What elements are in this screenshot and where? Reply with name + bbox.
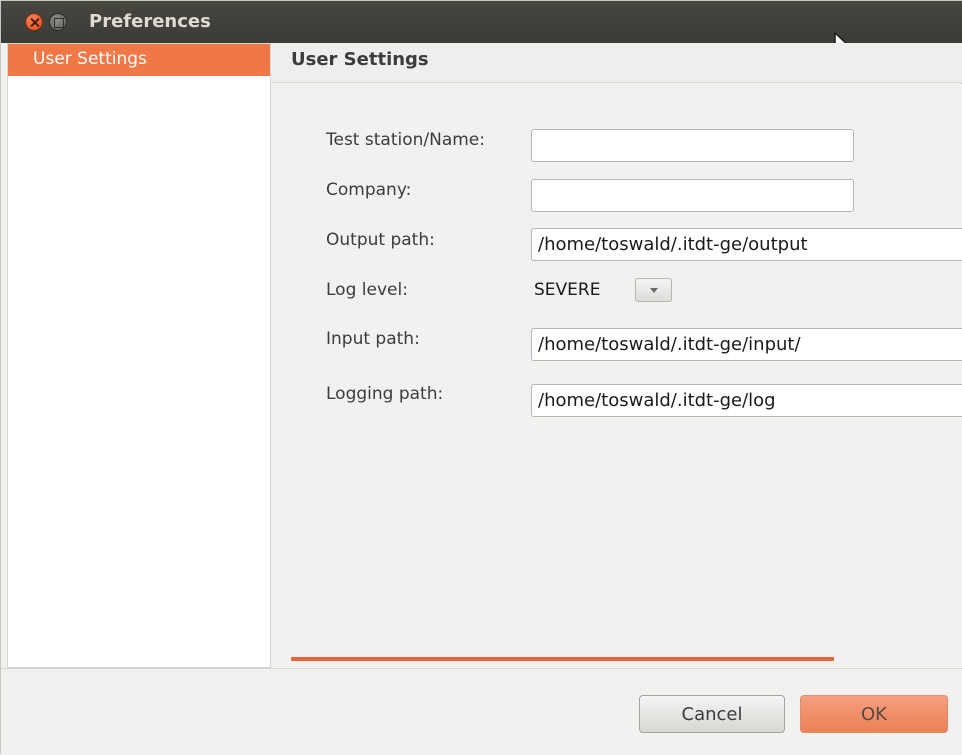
- test-station-field[interactable]: [531, 129, 854, 162]
- progress-bar: [291, 657, 834, 661]
- settings-form: Test station/Name: Company: Output path:…: [272, 84, 962, 668]
- log-level-value: SEVERE: [534, 280, 601, 300]
- output-path-field[interactable]: [531, 228, 962, 261]
- sidebar-item-label: User Settings: [33, 49, 147, 69]
- logging-path-field[interactable]: [531, 384, 962, 417]
- ok-button[interactable]: OK: [800, 695, 948, 733]
- panel-header: User Settings: [272, 43, 962, 83]
- sidebar: User Settings: [7, 43, 271, 668]
- input-path-label: Input path:: [326, 329, 420, 349]
- company-field[interactable]: [531, 179, 854, 212]
- sidebar-item-user-settings[interactable]: User Settings: [8, 44, 270, 76]
- preferences-window: Preferences User Settings User Settings …: [0, 0, 962, 755]
- logging-path-label: Logging path:: [326, 384, 444, 404]
- output-path-label: Output path:: [326, 230, 435, 250]
- test-station-label: Test station/Name:: [326, 130, 485, 150]
- log-level-select[interactable]: SEVERE: [531, 276, 675, 306]
- company-label: Company:: [326, 180, 412, 200]
- title-bar[interactable]: Preferences: [1, 1, 962, 43]
- log-level-label: Log level:: [326, 280, 408, 300]
- button-bar: Cancel OK: [1, 668, 962, 755]
- cancel-button[interactable]: Cancel: [639, 695, 785, 733]
- close-icon[interactable]: [25, 13, 43, 31]
- window-title: Preferences: [89, 11, 211, 32]
- page-title: User Settings: [291, 49, 429, 70]
- input-path-field[interactable]: [531, 328, 962, 361]
- maximize-icon[interactable]: [49, 13, 67, 31]
- chevron-down-icon[interactable]: [635, 278, 672, 302]
